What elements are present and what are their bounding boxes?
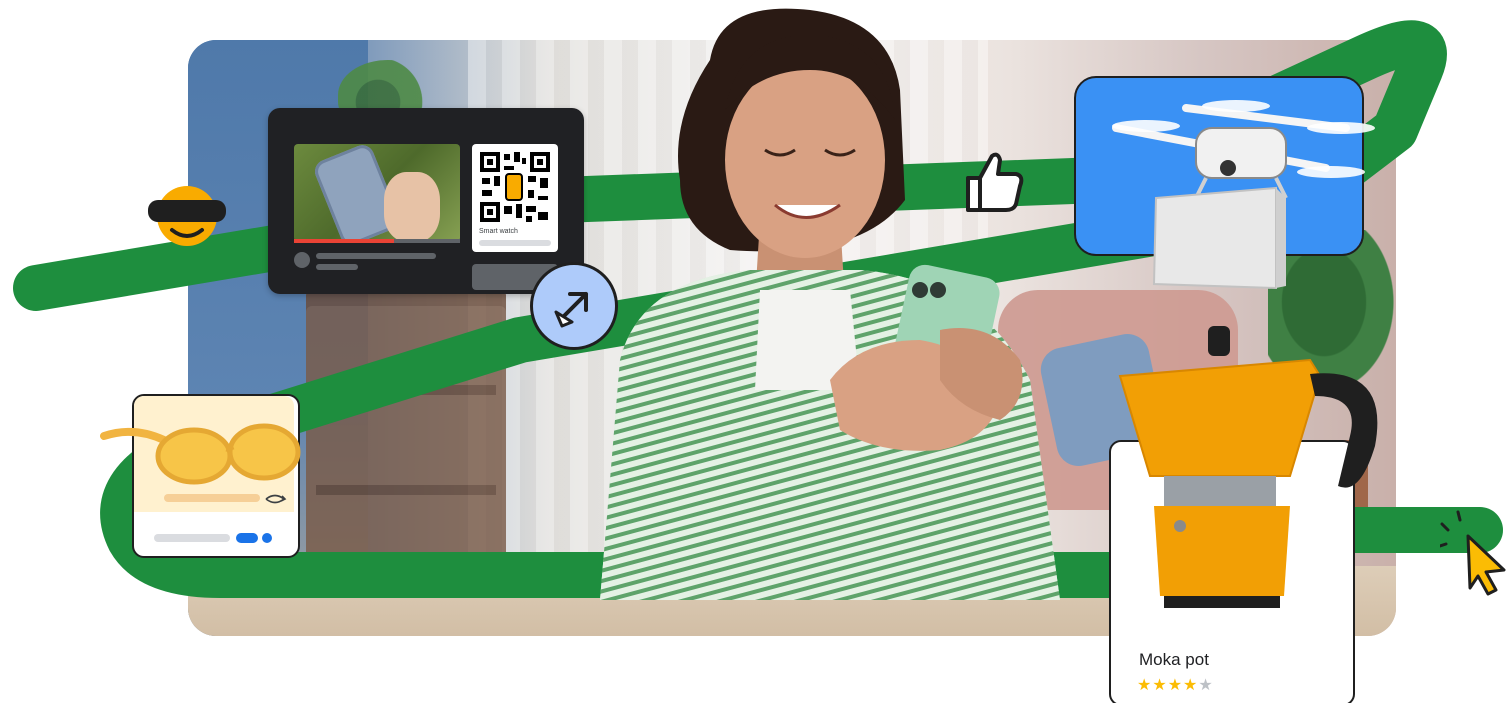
moka-pot-image: [1118, 326, 1378, 608]
hero-illustration: Smart watch Moka pot ★ ★ ★ ★ ★: [0, 0, 1512, 703]
sunglasses-image: [100, 423, 301, 485]
wooden-shelf: [306, 290, 506, 590]
drone-image: [1112, 100, 1375, 290]
star-empty-icon: ★: [1198, 675, 1213, 694]
sunglasses-product-card[interactable]: [100, 394, 301, 558]
video-subtitle-placeholder: [316, 264, 358, 270]
product-name: Moka pot: [1139, 650, 1209, 669]
channel-avatar: [294, 252, 310, 268]
hand-in-video: [384, 172, 440, 242]
star-filled-icon: ★: [1137, 675, 1152, 694]
video-thumbnail[interactable]: [294, 144, 460, 242]
video-ad-card[interactable]: Smart watch: [268, 108, 584, 294]
video-title-placeholder: [316, 253, 436, 259]
carousel-active-indicator[interactable]: [236, 533, 258, 543]
qr-product-card[interactable]: Smart watch: [472, 144, 558, 252]
thumbs-up-icon: [966, 152, 1024, 212]
vr-headset-emoji-icon: [148, 186, 226, 246]
carousel-track: [154, 534, 230, 542]
cursor-arrow-icon: [554, 292, 588, 328]
star-filled-icon: ★: [1152, 675, 1167, 694]
drone-delivery-card[interactable]: [1074, 76, 1375, 290]
carousel-dot[interactable]: [262, 533, 272, 543]
qr-product-label: Smart watch: [479, 228, 518, 235]
star-filled-icon: ★: [1167, 675, 1183, 694]
star-rating: ★ ★ ★ ★ ★: [1137, 676, 1213, 694]
qr-product-bar: [479, 240, 551, 246]
rotate-360-icon[interactable]: [262, 492, 288, 506]
cursor-bubble: [530, 262, 618, 350]
woman-with-phone: [600, 8, 1060, 600]
video-progress-bar[interactable]: [294, 239, 460, 243]
star-filled-icon: ★: [1183, 675, 1198, 694]
qr-code-icon: [478, 150, 552, 224]
pointer-cursor-icon: [1440, 510, 1506, 596]
video-progress-fill: [294, 239, 394, 243]
